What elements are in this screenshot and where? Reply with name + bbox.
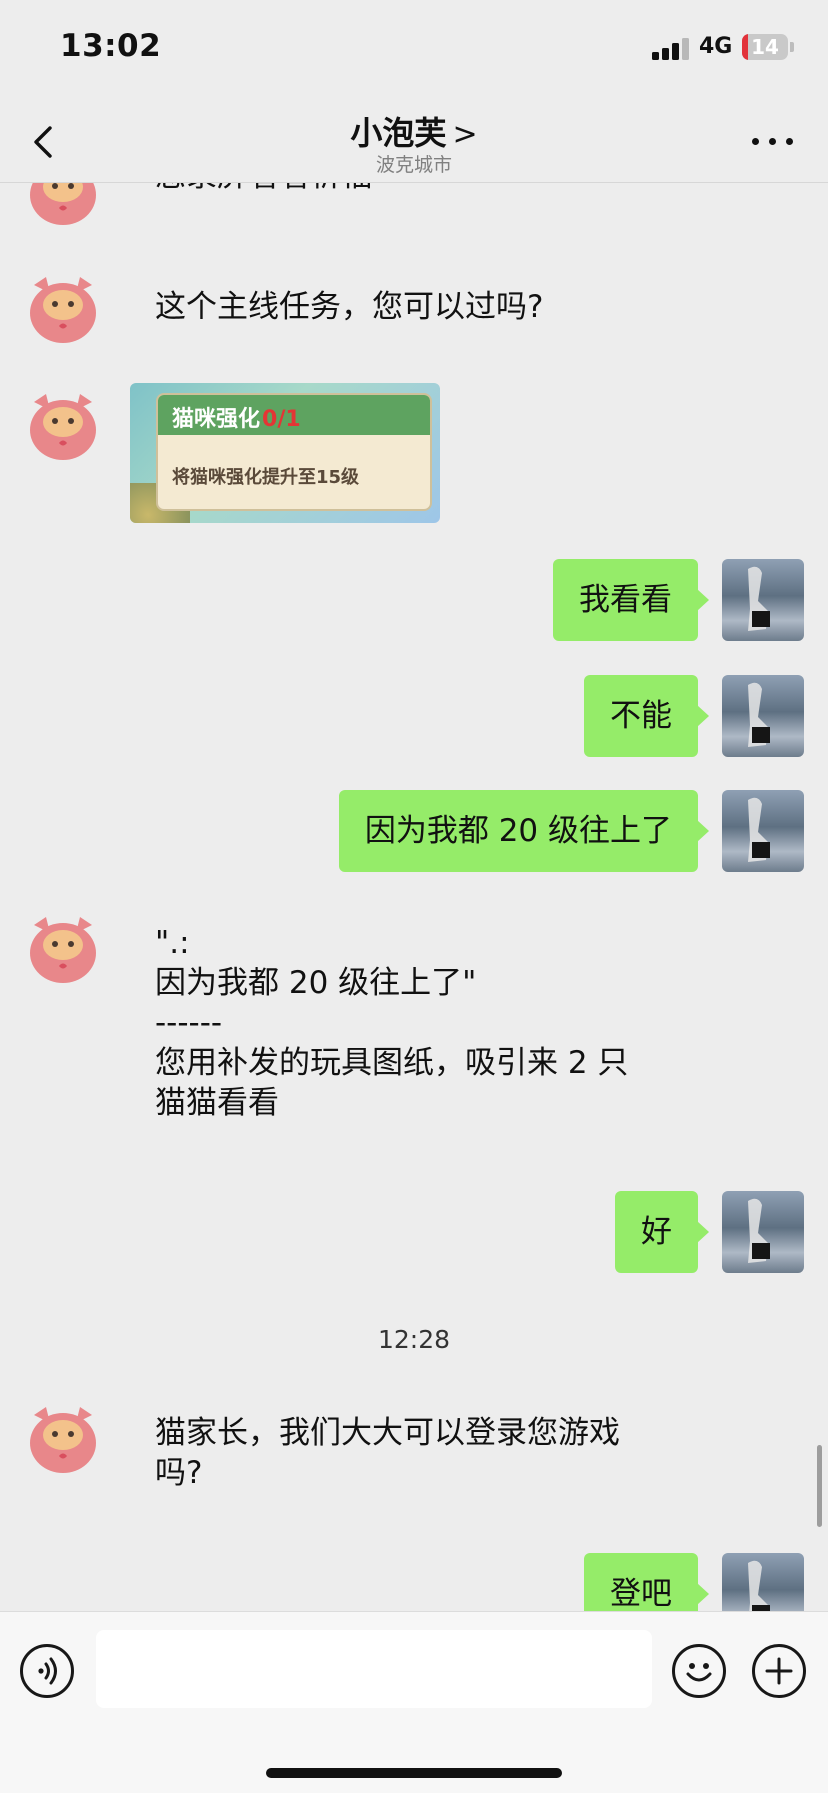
message-text: 您录屏看看祈福 (155, 183, 372, 196)
cat-avatar-icon[interactable] (26, 183, 100, 227)
message-input[interactable] (96, 1630, 652, 1708)
message-line: 因为我都 20 级往上了" (155, 965, 477, 1001)
battery-icon: 14 (742, 34, 788, 60)
message-sent-bubble[interactable]: 我看看 (553, 559, 709, 641)
user-avatar[interactable] (722, 790, 804, 872)
chat-subtitle: 波克城市 (375, 154, 452, 176)
message-sent-bubble[interactable]: 因为我都 20 级往上了 (338, 790, 710, 872)
emoji-button[interactable] (672, 1644, 726, 1698)
chat-header: 小泡芙 > 波克城市 (0, 100, 828, 183)
message-list[interactable]: 您录屏看看祈福 这个主线任务，您可以过吗? 猫咪强化0/1 将猫咪强化提升至15… (0, 183, 828, 1611)
message-sent-bubble[interactable]: 登吧 (584, 1553, 709, 1611)
message-line: 猫家长，我们大大可以登录您游戏 (155, 1415, 620, 1451)
cat-avatar-icon[interactable] (26, 388, 100, 462)
message-received: 您录屏看看祈福 (0, 183, 828, 223)
voice-button[interactable] (20, 1644, 74, 1698)
message-line: 您用补发的玩具图纸，吸引来 2 只 (155, 1045, 629, 1081)
cat-avatar-icon[interactable] (26, 911, 100, 985)
status-time: 13:02 (60, 28, 162, 64)
status-bar: 13:02 4G 14 (0, 0, 828, 100)
cat-avatar-icon[interactable] (26, 271, 100, 345)
user-avatar[interactable] (722, 1191, 804, 1273)
message-line: ------ (155, 1005, 223, 1041)
plus-button[interactable] (752, 1644, 806, 1698)
task-panel: 猫咪强化0/1 将猫咪强化提升至15级 (156, 393, 432, 511)
battery-level: 14 (751, 35, 779, 59)
user-avatar[interactable] (722, 1553, 804, 1611)
message-sent-bubble[interactable]: 不能 (584, 675, 709, 757)
voice-icon (38, 1657, 57, 1685)
message-line: 猫猫看看 (155, 1085, 279, 1121)
message-timestamp: 12:28 (377, 1325, 451, 1354)
signal-icon (652, 38, 692, 60)
battery-tip (790, 42, 794, 52)
scrollbar[interactable] (817, 1445, 822, 1527)
plus-icon (765, 1657, 793, 1685)
chat-title[interactable]: 小泡芙 > (0, 108, 828, 154)
task-description: 将猫咪强化提升至15级 (172, 467, 360, 488)
message-line: ".: (155, 925, 190, 961)
message-text: 猫家长，我们大大可以登录您游戏 吗? (155, 1413, 620, 1493)
task-count: 0/1 (262, 407, 301, 432)
network-type: 4G (699, 34, 733, 59)
home-indicator (266, 1768, 562, 1778)
user-avatar[interactable] (722, 559, 804, 641)
message-image[interactable]: 猫咪强化0/1 将猫咪强化提升至15级 (130, 383, 440, 523)
cat-avatar-icon[interactable] (26, 1401, 100, 1475)
user-avatar[interactable] (722, 675, 804, 757)
message-line: 吗? (155, 1455, 203, 1491)
chevron-right-icon: > (452, 117, 478, 152)
message-sent-bubble[interactable]: 好 (615, 1191, 709, 1273)
message-text: ".: 因为我都 20 级往上了" ------ 您用补发的玩具图纸，吸引来 2… (155, 923, 628, 1123)
message-text: 这个主线任务，您可以过吗? (155, 289, 544, 325)
more-button[interactable] (748, 130, 798, 150)
input-bar (0, 1611, 828, 1793)
task-title: 猫咪强化0/1 (172, 407, 301, 432)
contact-name: 小泡芙 (350, 114, 447, 152)
emoji-icon (686, 1663, 712, 1682)
